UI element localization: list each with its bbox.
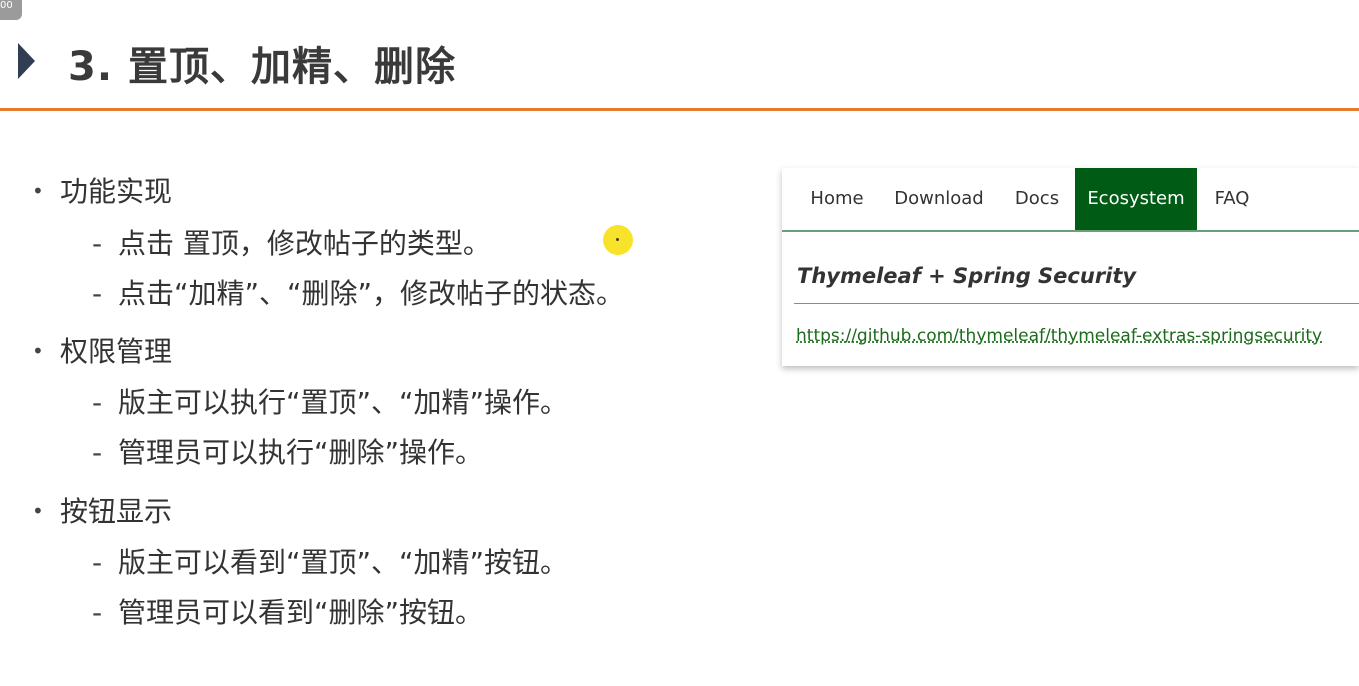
bullet-dot: • <box>32 179 44 203</box>
nav-ecosystem[interactable]: Ecosystem <box>1075 168 1197 230</box>
embed-divider <box>794 303 1359 304</box>
sub-bullet: - 管理员可以看到“删除”按钮。 <box>92 591 483 631</box>
title-divider <box>0 108 1359 111</box>
sub-bullet: - 版主可以看到“置顶”、“加精”按钮。 <box>92 541 568 581</box>
bullet-dot: • <box>32 499 44 523</box>
cursor-pointer-icon <box>616 238 619 241</box>
site-nav: Home Download Docs Ecosystem FAQ <box>782 168 1359 232</box>
sub-bullet-dash: - <box>92 436 103 469</box>
sub-bullet-label: 管理员可以执行“删除”操作。 <box>118 436 484 469</box>
title-bar: 3. 置顶、加精、删除 <box>0 26 1359 96</box>
title-arrow-icon <box>18 43 35 79</box>
bullet-label: 权限管理 <box>60 335 173 368</box>
nav-docs[interactable]: Docs <box>1006 168 1068 230</box>
nav-faq[interactable]: FAQ <box>1204 168 1260 230</box>
sub-bullet-dash: - <box>92 386 103 419</box>
bullet-label: 按钮显示 <box>60 495 173 528</box>
sub-bullet-label: 版主可以看到“置顶”、“加精”按钮。 <box>118 546 569 579</box>
nav-home[interactable]: Home <box>798 168 876 230</box>
sub-bullet-dash: - <box>92 227 103 260</box>
sub-bullet-label: 点击 置顶，修改帖子的类型。 <box>118 227 491 260</box>
cursor-highlight <box>603 225 633 255</box>
slide-title: 3. 置顶、加精、删除 <box>68 44 456 90</box>
corner-badge: 00 <box>0 0 22 20</box>
sub-bullet: - 点击 置顶，修改帖子的类型。 <box>92 222 491 262</box>
sub-bullet-label: 版主可以执行“置顶”、“加精”操作。 <box>118 386 569 419</box>
sub-bullet: - 管理员可以执行“删除”操作。 <box>92 431 483 471</box>
embed-heading: Thymeleaf + Spring Security <box>797 264 1137 288</box>
slide: 00 3. 置顶、加精、删除 • 功能实现 - 点击 置顶，修改帖子的类型。 - 点击… <box>0 0 1359 686</box>
bullet-label: 功能实现 <box>60 175 173 208</box>
sub-bullet-label: 管理员可以看到“删除”按钮。 <box>118 596 484 629</box>
sub-bullet-dash: - <box>92 596 103 629</box>
bullet-permission: • 权限管理 <box>32 330 172 370</box>
sub-bullet: - 版主可以执行“置顶”、“加精”操作。 <box>92 381 568 421</box>
embedded-website-screenshot: Home Download Docs Ecosystem FAQ Thymele… <box>782 168 1359 366</box>
bullet-buttons: • 按钮显示 <box>32 490 172 530</box>
bullet-dot: • <box>32 339 44 363</box>
sub-bullet: - 点击“加精”、“删除”，修改帖子的状态。 <box>92 272 624 312</box>
nav-download[interactable]: Download <box>886 168 992 230</box>
bullet-feature: • 功能实现 <box>32 170 172 210</box>
sub-bullet-dash: - <box>92 277 103 310</box>
embed-link[interactable]: https://github.com/thymeleaf/thymeleaf-e… <box>796 326 1322 346</box>
sub-bullet-label: 点击“加精”、“删除”，修改帖子的状态。 <box>118 277 625 310</box>
sub-bullet-dash: - <box>92 546 103 579</box>
